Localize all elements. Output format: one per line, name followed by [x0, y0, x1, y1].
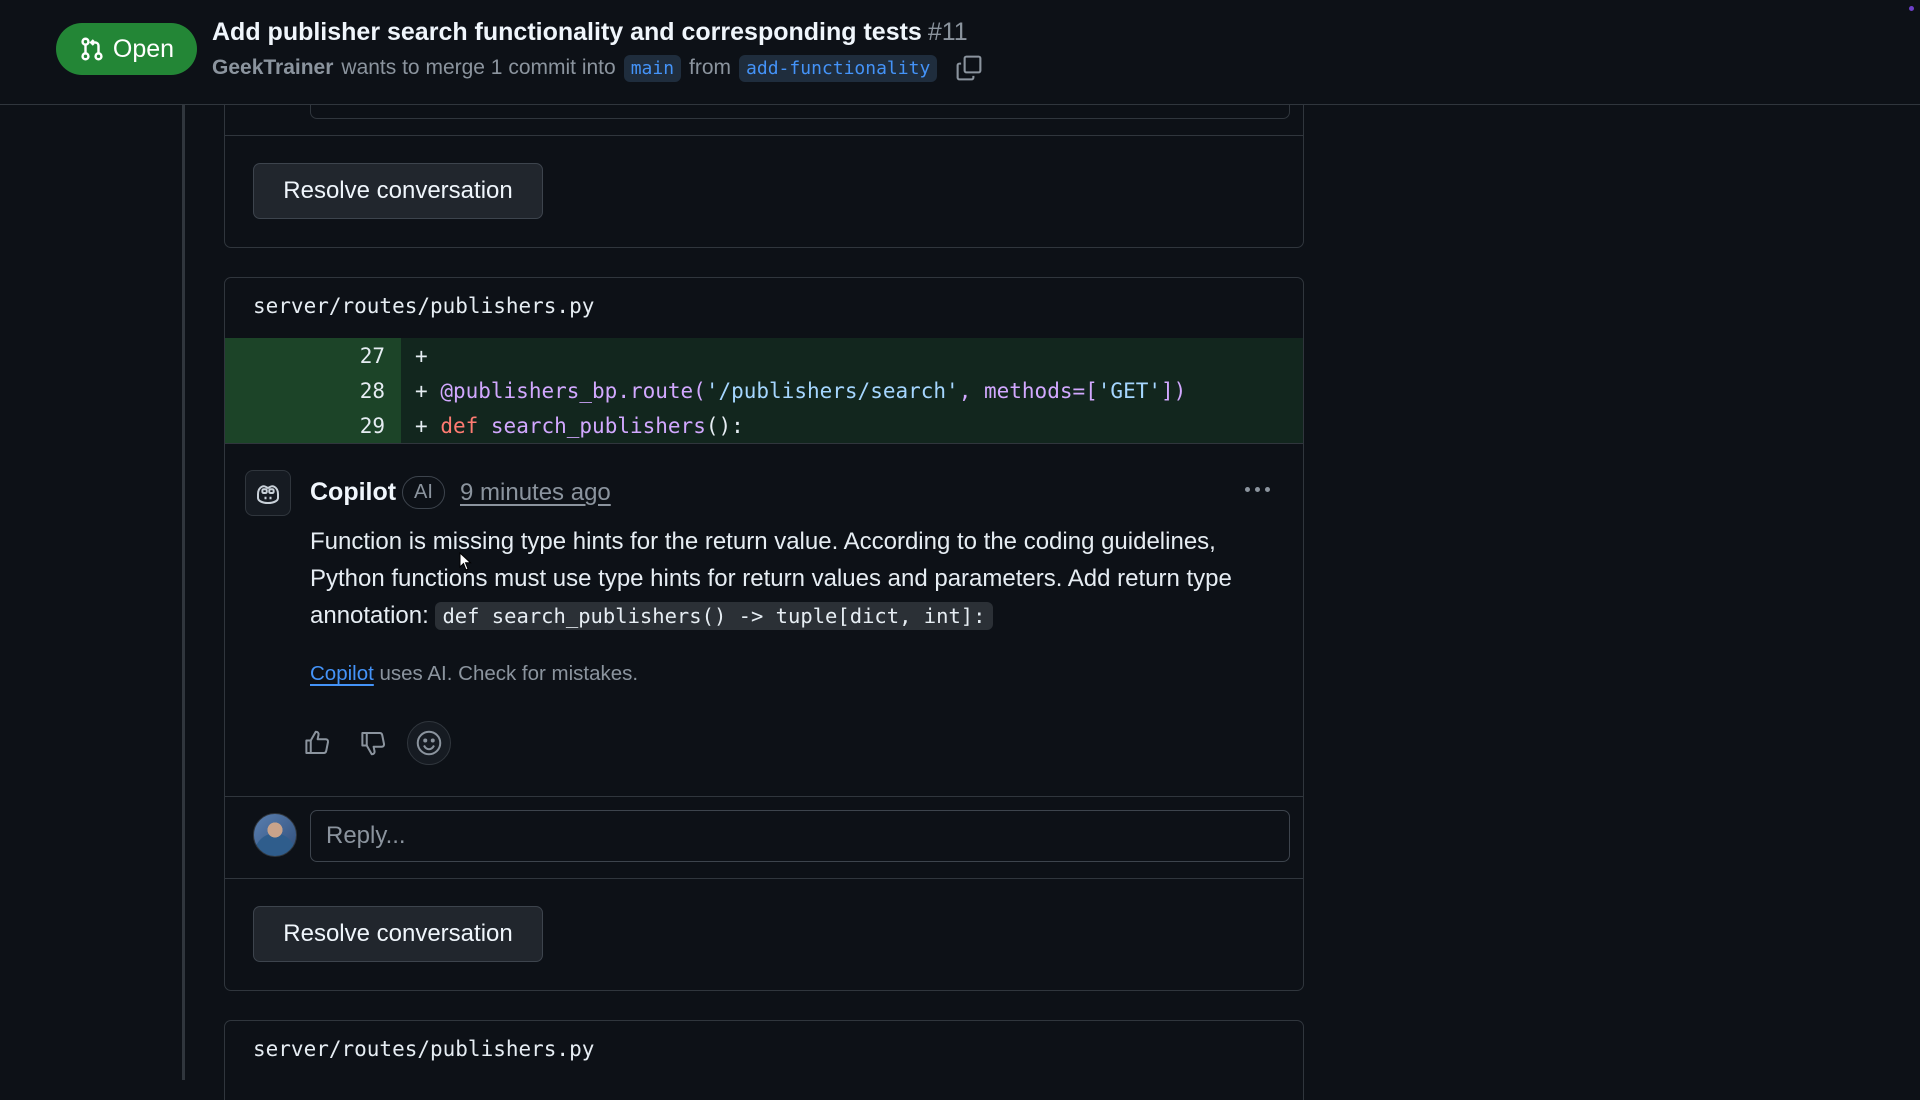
- code-string: '/publishers/search': [705, 378, 959, 403]
- comment-timestamp[interactable]: 9 minutes ago: [460, 479, 611, 507]
- diff-code: + def search_publishers():: [415, 414, 744, 438]
- thumbs-up-icon: [305, 730, 330, 754]
- mouse-cursor-icon: [459, 552, 472, 571]
- thumbs-up-button[interactable]: [295, 721, 339, 765]
- comment-options-button[interactable]: [1237, 474, 1277, 504]
- timeline-line: [182, 105, 185, 1080]
- line-number: 29: [359, 413, 385, 438]
- pr-title: Add publisher search functionality and c…: [212, 18, 968, 47]
- git-pull-request-icon: [81, 37, 103, 61]
- next-review-thread: server/routes/publishers.py: [224, 1020, 1304, 1100]
- diff-hunk: 27 + 28 + @publishers_bp.route('/publish…: [225, 338, 1303, 443]
- code-keyword: def: [440, 413, 479, 438]
- divider: [225, 135, 1303, 136]
- code-punct: ():: [705, 413, 744, 438]
- code-decorator: @publishers_bp.route(: [440, 378, 706, 403]
- kebab-icon: [1264, 486, 1270, 492]
- avatar[interactable]: [253, 813, 297, 857]
- pr-state-label: Open: [112, 34, 175, 63]
- pr-author-link[interactable]: GeekTrainer: [212, 56, 333, 80]
- kebab-icon: [1254, 486, 1260, 492]
- pr-title-text: Add publisher search functionality and c…: [212, 18, 922, 46]
- pr-number: #11: [927, 18, 968, 46]
- diff-code: + @publishers_bp.route('/publishers/sear…: [415, 379, 1186, 403]
- diff-line: 29 + def search_publishers():: [225, 408, 1303, 443]
- diff-prefix: +: [415, 378, 428, 403]
- copilot-link[interactable]: Copilot: [310, 662, 374, 685]
- divider: [225, 796, 1303, 797]
- notification-dot: [1909, 6, 1914, 11]
- diff-code: +: [415, 344, 428, 368]
- from-text: from: [689, 56, 732, 79]
- disclaimer-text: uses AI. Check for mistakes.: [373, 662, 639, 685]
- code-punct: ]): [1161, 378, 1187, 403]
- ai-badge: AI: [402, 476, 445, 509]
- pr-state-badge: Open: [56, 23, 197, 75]
- file-path[interactable]: server/routes/publishers.py: [253, 1037, 594, 1061]
- code-function: search_publishers: [490, 413, 706, 438]
- copilot-icon: [257, 485, 279, 505]
- code-string: 'GET': [1097, 378, 1161, 403]
- resolve-conversation-button[interactable]: Resolve conversation: [253, 906, 543, 962]
- copy-icon[interactable]: [955, 54, 983, 82]
- divider: [225, 443, 1303, 444]
- comment-author[interactable]: Copilot: [310, 478, 396, 507]
- smiley-icon: [416, 730, 442, 756]
- pr-header: Open Add publisher search functionality …: [0, 0, 1920, 105]
- thumbs-down-icon: [361, 732, 386, 756]
- thumbs-down-button[interactable]: [351, 721, 395, 765]
- review-thread: server/routes/publishers.py 27 + 28 + @p…: [224, 277, 1304, 991]
- diff-line: 27 +: [225, 338, 1303, 373]
- line-number: 27: [359, 343, 385, 368]
- copilot-avatar[interactable]: [245, 470, 291, 516]
- kebab-icon: [1244, 486, 1250, 492]
- base-branch[interactable]: main: [623, 54, 682, 82]
- inline-code: def search_publishers() -> tuple[dict, i…: [435, 602, 993, 630]
- file-path[interactable]: server/routes/publishers.py: [253, 294, 594, 318]
- ai-disclaimer: Copilot uses AI. Check for mistakes.: [310, 662, 638, 686]
- diff-prefix: +: [415, 413, 428, 438]
- code-args: , methods=[: [958, 378, 1098, 403]
- resolve-conversation-button[interactable]: Resolve conversation: [253, 163, 543, 219]
- pr-merge-info: GeekTrainer wants to merge 1 commit into…: [212, 54, 983, 82]
- merge-text: wants to merge 1 commit into: [341, 56, 616, 79]
- comment-body: Function is missing type hints for the r…: [310, 523, 1270, 635]
- add-reaction-button[interactable]: [407, 721, 451, 765]
- divider: [225, 878, 1303, 879]
- head-branch[interactable]: add-functionality: [739, 54, 938, 82]
- diff-prefix: +: [415, 343, 428, 368]
- diff-line: 28 + @publishers_bp.route('/publishers/s…: [225, 373, 1303, 408]
- line-number: 28: [359, 378, 385, 403]
- reply-input[interactable]: [310, 810, 1290, 862]
